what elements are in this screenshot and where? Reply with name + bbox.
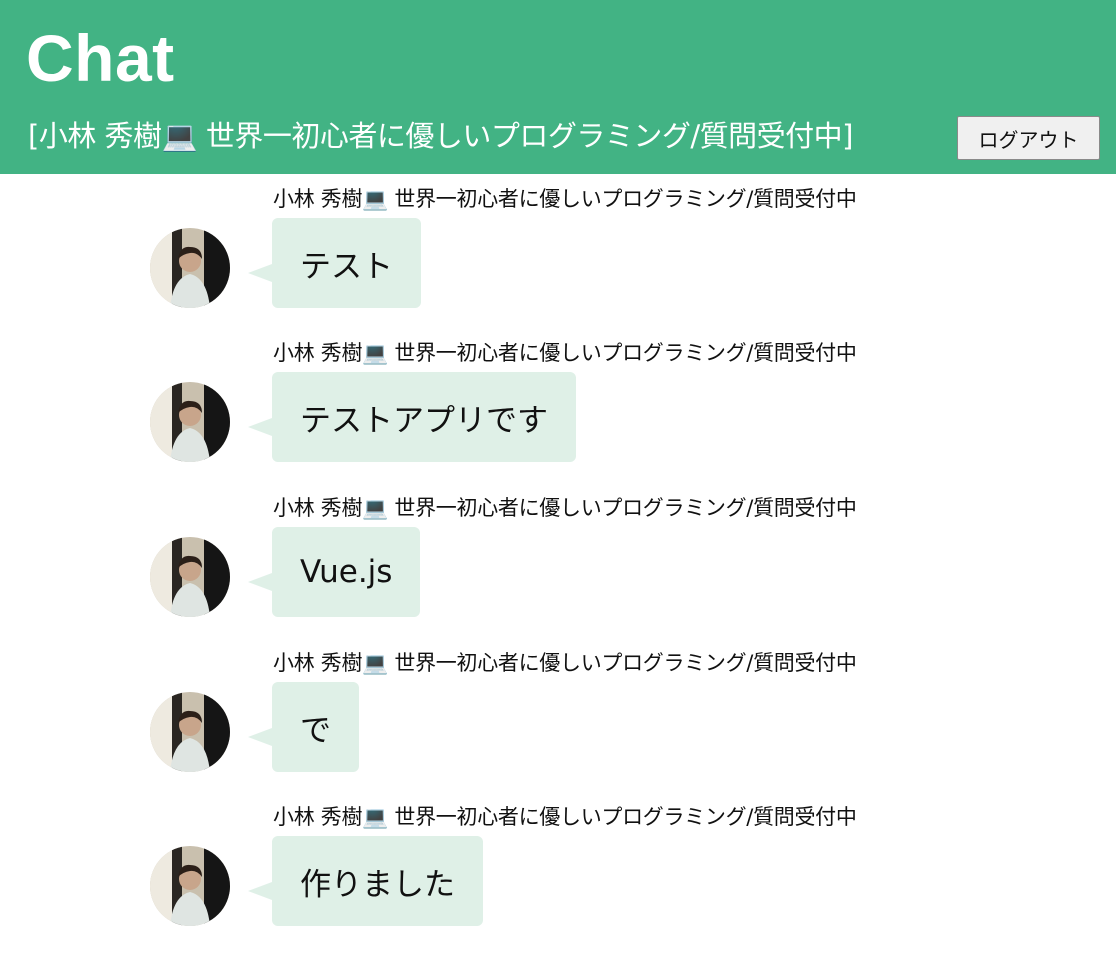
avatar <box>150 537 230 617</box>
chat-message: 小林 秀樹💻 世界一初心者に優しいプログラミング/質問受付中 テスト <box>150 174 970 314</box>
message-bubble: Vue.js <box>272 527 421 617</box>
sender-name: 小林 秀樹💻 世界一初心者に優しいプログラミング/質問受付中 <box>273 496 857 520</box>
bubble-tail <box>248 882 272 900</box>
bubble-tail <box>248 573 272 591</box>
bubble-tail <box>248 728 272 746</box>
chat-message: 小林 秀樹💻 世界一初心者に優しいプログラミング/質問受付中 Vue.js <box>150 483 970 623</box>
sender-name: 小林 秀樹💻 世界一初心者に優しいプログラミング/質問受付中 <box>273 651 857 675</box>
avatar <box>150 382 230 462</box>
avatar <box>150 846 230 926</box>
app-header: Chat [小林 秀樹💻 世界一初心者に優しいプログラミング/質問受付中] ログ… <box>0 0 1116 174</box>
message-bubble: 作りました <box>272 836 483 926</box>
sender-name: 小林 秀樹💻 世界一初心者に優しいプログラミング/質問受付中 <box>273 187 857 211</box>
current-user-line: [小林 秀樹💻 世界一初心者に優しいプログラミング/質問受付中] <box>28 114 853 158</box>
message-bubble: テスト <box>272 218 421 308</box>
message-bubble: テストアプリです <box>272 372 576 462</box>
chat-message: 小林 秀樹💻 世界一初心者に優しいプログラミング/質問受付中 で <box>150 638 970 778</box>
app-title: Chat <box>26 21 175 95</box>
logout-button[interactable]: ログアウト <box>957 116 1100 160</box>
chat-message: 小林 秀樹💻 世界一初心者に優しいプログラミング/質問受付中 作りました <box>150 792 970 932</box>
sender-name: 小林 秀樹💻 世界一初心者に優しいプログラミング/質問受付中 <box>273 805 857 829</box>
avatar <box>150 692 230 772</box>
avatar <box>150 228 230 308</box>
current-user-name: [小林 秀樹💻 世界一初心者に優しいプログラミング/質問受付中] <box>28 119 853 153</box>
chat-message: 小林 秀樹💻 世界一初心者に優しいプログラミング/質問受付中 テストアプリです <box>150 328 970 468</box>
bubble-tail <box>248 418 272 436</box>
sender-name: 小林 秀樹💻 世界一初心者に優しいプログラミング/質問受付中 <box>273 341 857 365</box>
bubble-tail <box>248 264 272 282</box>
message-bubble: で <box>272 682 359 772</box>
